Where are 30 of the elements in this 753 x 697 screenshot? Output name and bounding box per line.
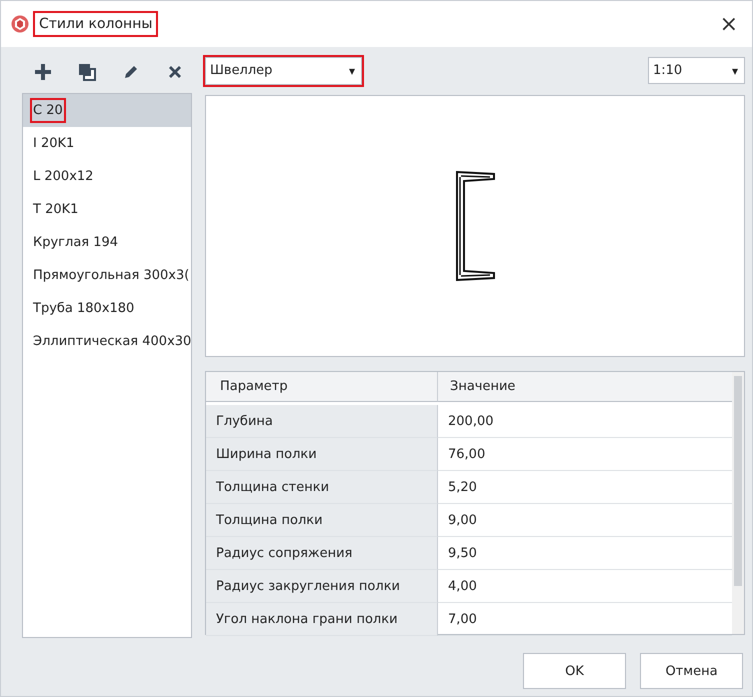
style-list-item[interactable]: L 200x12 [23, 160, 191, 193]
style-list-item[interactable]: Прямоугольная 300x3( [23, 259, 191, 292]
window-title: Стили колонны [35, 13, 156, 35]
profile-type-dropdown[interactable]: Швеллер ▾ [205, 56, 362, 85]
scrollbar[interactable] [732, 372, 744, 634]
pencil-icon[interactable] [122, 63, 140, 81]
plus-icon[interactable] [34, 63, 52, 81]
style-list-item[interactable]: T 20K1 [23, 193, 191, 226]
table-cell: Глубина [206, 405, 438, 438]
table-cell: Ширина полки [206, 438, 438, 471]
style-list-item[interactable]: I 20K1 [23, 127, 191, 160]
copy-icon[interactable] [78, 63, 96, 81]
table-cell: Радиус сопряжения [206, 537, 438, 570]
table-cell: Толщина полки [206, 504, 438, 537]
style-list-item[interactable]: Эллиптическая 400x30 [23, 325, 191, 358]
style-list-item[interactable]: Круглая 194 [23, 226, 191, 259]
table-cell: Толщина стенки [206, 471, 438, 504]
scrollbar-thumb[interactable] [734, 376, 742, 586]
table-cell: Угол наклона грани полки [206, 603, 438, 636]
table-cell[interactable]: 7,00 [438, 603, 732, 636]
style-list-item[interactable]: C 20 [23, 94, 191, 127]
column-header: Параметр [206, 372, 438, 402]
dialog-button[interactable]: OK [523, 653, 626, 689]
table-cell: Радиус закругления полки [206, 570, 438, 603]
scale-dropdown[interactable]: 1:10 ▾ [648, 57, 745, 84]
dialog-button[interactable]: Отмена [640, 653, 743, 689]
style-list-item[interactable]: Труба 180x180 [23, 292, 191, 325]
column-header: Значение [438, 372, 732, 402]
close-button[interactable]: × [716, 12, 742, 36]
app-logo-icon [11, 15, 29, 33]
